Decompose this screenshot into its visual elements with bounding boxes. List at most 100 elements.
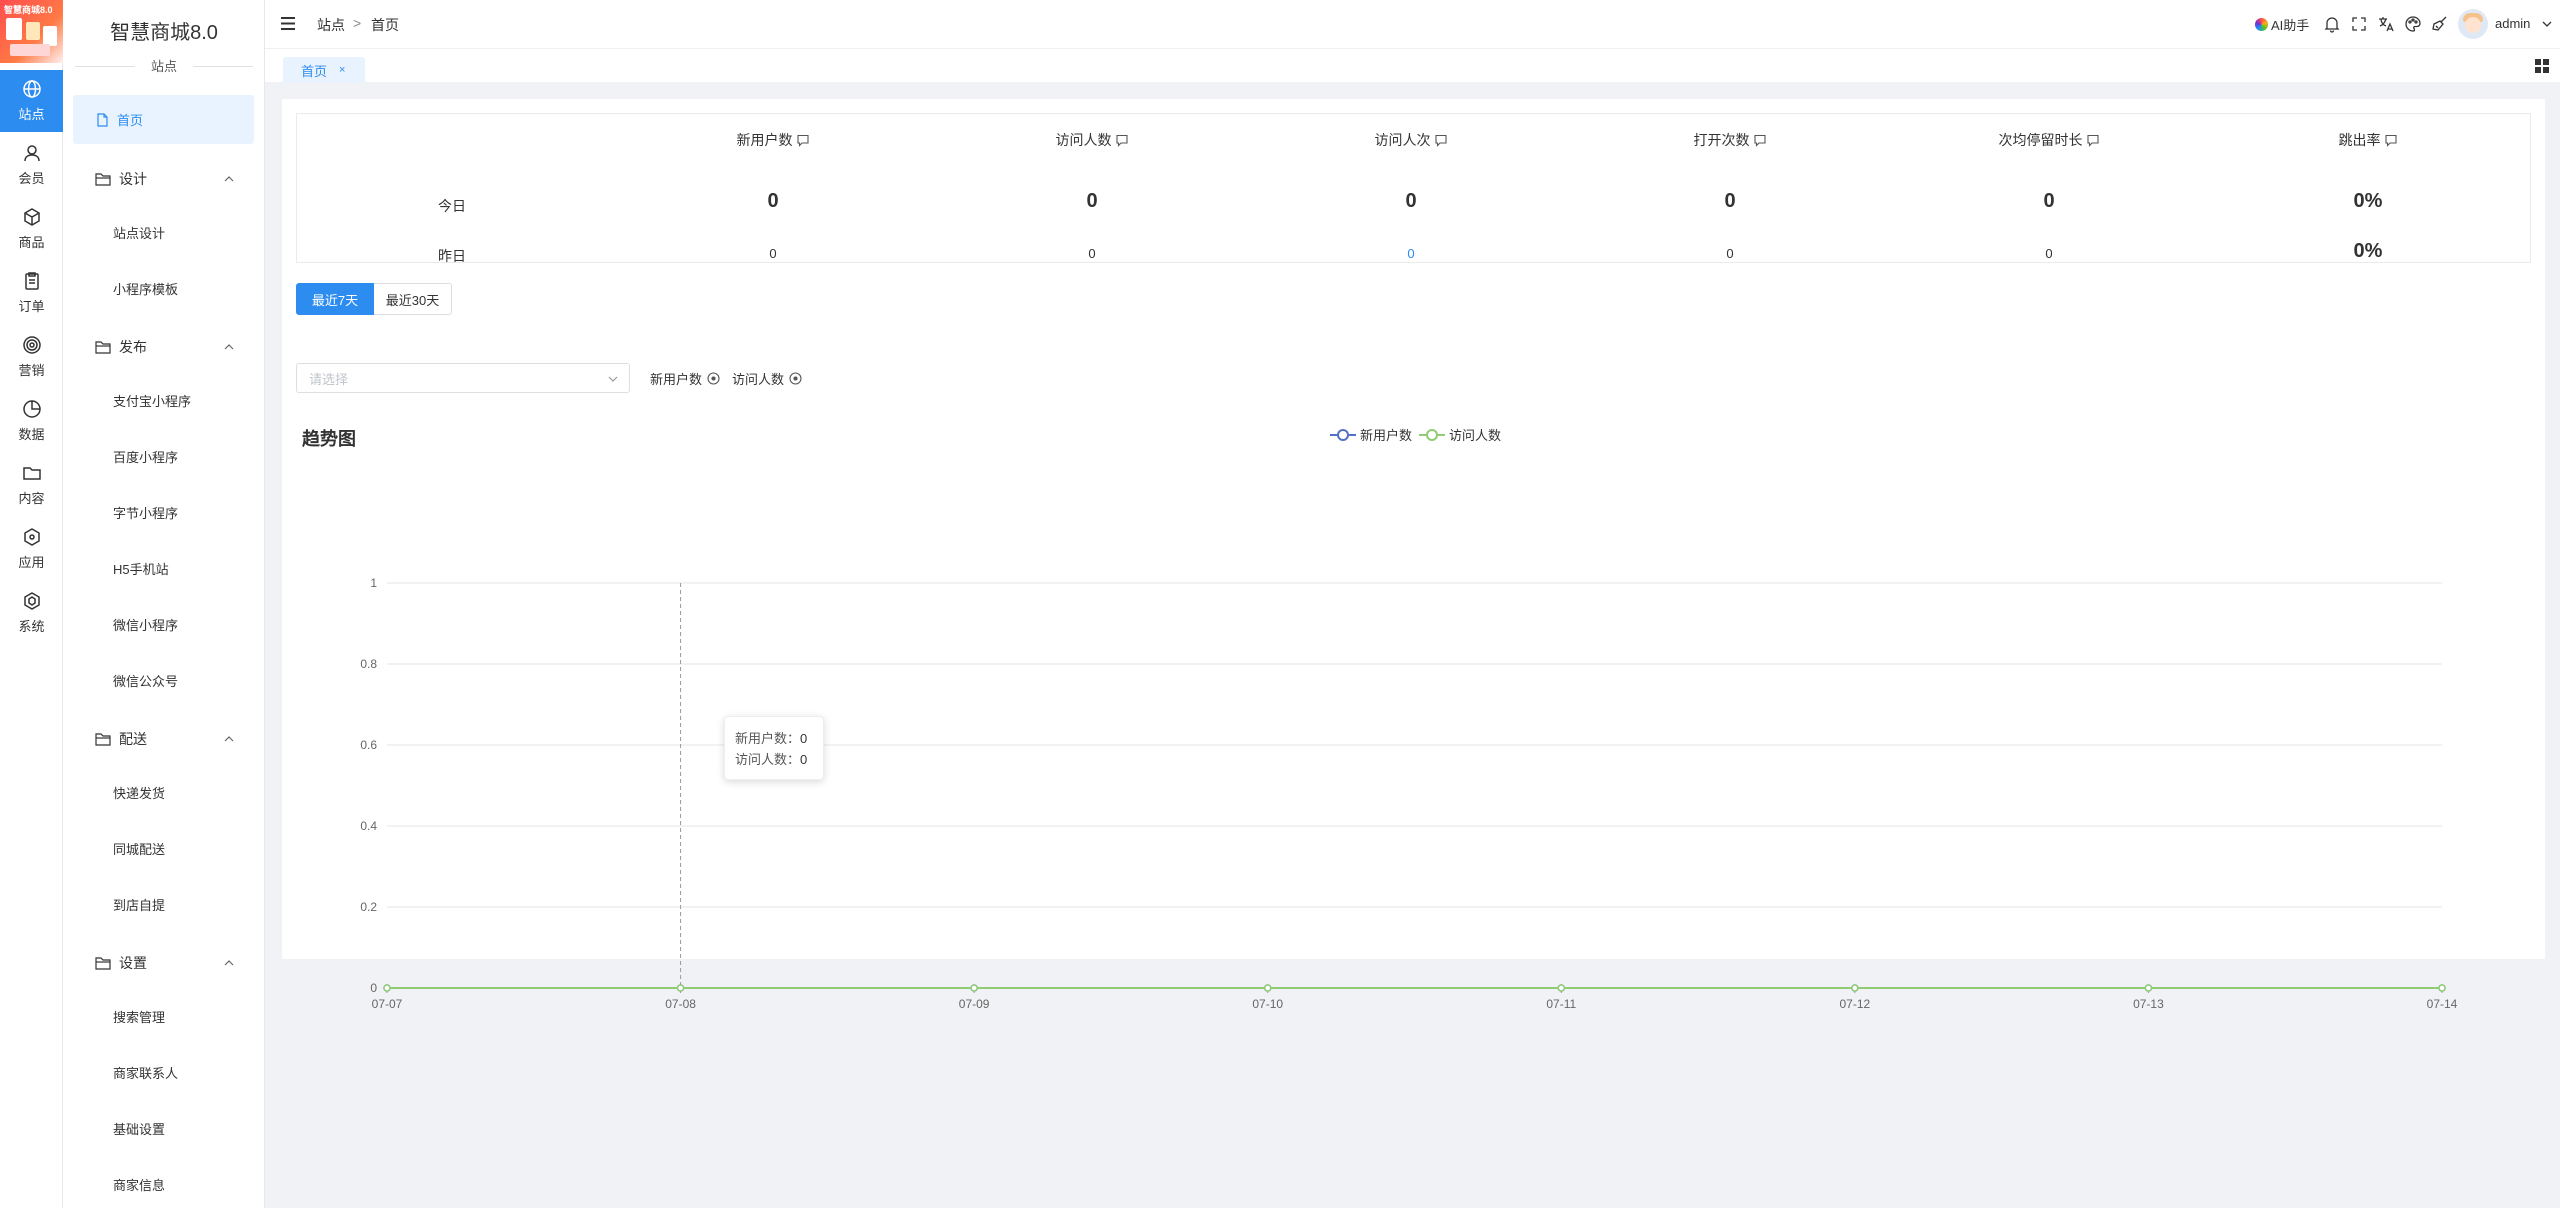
menu-item-mini-template[interactable]: 小程序模板: [113, 279, 178, 298]
close-icon[interactable]: ×: [339, 64, 345, 76]
folder-icon: [95, 733, 111, 746]
rail-item-content[interactable]: 内容: [0, 454, 63, 516]
globe-icon: [22, 80, 41, 98]
folder-icon: [95, 957, 111, 970]
x-tick-label: 07-10: [1252, 997, 1283, 1011]
row-label-today: 今日: [438, 198, 466, 214]
menu-item-bytedance[interactable]: 字节小程序: [113, 503, 178, 522]
chevron-up-icon: [224, 960, 234, 966]
menu-item-express[interactable]: 快递发货: [113, 783, 165, 802]
rail-label: 数据: [18, 427, 45, 442]
comment-icon[interactable]: [1435, 134, 1448, 147]
menu-item-wechat-official[interactable]: 微信公众号: [113, 671, 178, 690]
menu-item-basic-settings[interactable]: 基础设置: [113, 1119, 165, 1138]
menu-home-label: 首页: [117, 113, 144, 128]
rail-item-site[interactable]: 站点: [0, 70, 63, 132]
rail-item-data[interactable]: 数据: [0, 390, 63, 452]
x-tick-label: 07-12: [1840, 997, 1871, 1011]
menu-toggle-icon[interactable]: [281, 17, 295, 30]
user-name[interactable]: admin: [2495, 16, 2530, 31]
menu-group-publish[interactable]: 发布: [63, 335, 265, 359]
comment-icon[interactable]: [2087, 134, 2100, 147]
range-7days-button[interactable]: 最近7天: [296, 283, 374, 315]
legend-visitors[interactable]: 访问人数: [1419, 425, 1501, 444]
app-logo[interactable]: 智慧商城8.0: [0, 0, 63, 63]
rail-item-system[interactable]: 系统: [0, 582, 63, 644]
stat-value: 0%: [2353, 190, 2383, 212]
avatar[interactable]: [2458, 9, 2488, 39]
stat-header-label: 次均停留时长: [1998, 132, 2083, 148]
menu-item-search-mgmt[interactable]: 搜索管理: [113, 1007, 165, 1026]
pie-chart-icon: [22, 400, 41, 418]
menu-item-home[interactable]: 首页: [73, 95, 254, 144]
menu-group-title: 配送: [119, 731, 147, 747]
menu-item-h5[interactable]: H5手机站: [113, 559, 169, 578]
remove-circle-icon[interactable]: [707, 372, 720, 385]
menu-item-wechat-mini[interactable]: 微信小程序: [113, 615, 178, 634]
stat-value: 0: [1726, 246, 1734, 261]
stat-value: 0: [767, 190, 779, 212]
stat-header-label: 跳出率: [2338, 132, 2381, 148]
stat-header: 访问人次: [1375, 130, 1448, 150]
fullscreen-icon[interactable]: [2350, 15, 2368, 33]
range-30days-button[interactable]: 最近30天: [374, 283, 452, 315]
bell-icon[interactable]: [2323, 15, 2341, 33]
stat-header-label: 打开次数: [1693, 132, 1750, 148]
divider: [193, 66, 253, 67]
rail-item-marketing[interactable]: 营销: [0, 326, 63, 388]
rail-item-apps[interactable]: 应用: [0, 518, 63, 580]
tooltip-value: 0: [800, 752, 808, 767]
breadcrumb-site[interactable]: 站点: [317, 15, 345, 35]
menu-item-merchant-contact[interactable]: 商家联系人: [113, 1063, 178, 1082]
translate-icon[interactable]: [2377, 15, 2395, 33]
menu-group-settings[interactable]: 设置: [63, 951, 265, 975]
data-point: [1557, 984, 1566, 992]
chip-visitors[interactable]: 访问人数: [732, 369, 802, 388]
breadcrumb-separator: >: [353, 15, 362, 31]
data-point: [1263, 984, 1272, 992]
menu-group-design[interactable]: 设计: [63, 167, 265, 191]
chip-new-users[interactable]: 新用户数: [650, 369, 720, 388]
rail-item-order[interactable]: 订单: [0, 262, 63, 324]
menu-item-pickup[interactable]: 到店自提: [113, 895, 165, 914]
menu-item-baidu[interactable]: 百度小程序: [113, 447, 178, 466]
metric-select[interactable]: 请选择: [296, 363, 630, 393]
comment-icon[interactable]: [797, 134, 810, 147]
chevron-down-icon[interactable]: [2540, 17, 2554, 31]
palette-icon[interactable]: [2404, 15, 2422, 33]
ai-helper-button[interactable]: AI助手: [2255, 15, 2309, 34]
chevron-up-icon: [224, 344, 234, 350]
x-tick-label: 07-14: [2427, 997, 2458, 1011]
comment-icon[interactable]: [2385, 134, 2398, 147]
comment-icon[interactable]: [1116, 134, 1129, 147]
x-tick-label: 07-11: [1546, 997, 1576, 1011]
broom-icon[interactable]: [2431, 15, 2449, 33]
rail-label: 订单: [18, 299, 45, 314]
remove-circle-icon[interactable]: [789, 372, 802, 385]
folder-icon: [95, 173, 111, 186]
menu-item-alipay[interactable]: 支付宝小程序: [113, 391, 191, 410]
rail-item-goods[interactable]: 商品: [0, 198, 63, 260]
legend-new-users[interactable]: 新用户数: [1330, 425, 1412, 444]
clipboard-icon: [24, 272, 39, 290]
menu-group-title: 设置: [119, 955, 147, 971]
apps-grid-icon[interactable]: [2534, 58, 2550, 74]
chip-label: 访问人数: [732, 372, 785, 387]
tab-home[interactable]: 首页 ×: [283, 57, 365, 83]
y-tick-label: 1: [370, 576, 377, 590]
menu-item-site-design[interactable]: 站点设计: [113, 223, 165, 242]
stat-value: 0: [1086, 190, 1098, 212]
menu-item-local-delivery[interactable]: 同城配送: [113, 839, 165, 858]
menu-group-title: 设计: [119, 171, 147, 187]
stat-value: 0: [2045, 246, 2053, 261]
comment-icon[interactable]: [1754, 134, 1767, 147]
tab-bar: 首页 ×: [265, 48, 2560, 83]
data-point: [676, 984, 685, 992]
menu-group-delivery[interactable]: 配送: [63, 727, 265, 751]
hexagon-icon: [23, 592, 40, 610]
ai-helper-label: AI助手: [2271, 18, 2310, 33]
menu-item-merchant-info[interactable]: 商家信息: [113, 1175, 165, 1194]
rail-item-member[interactable]: 会员: [0, 134, 63, 196]
breadcrumb-home: 首页: [371, 17, 399, 33]
legend-label: 访问人数: [1449, 428, 1502, 443]
